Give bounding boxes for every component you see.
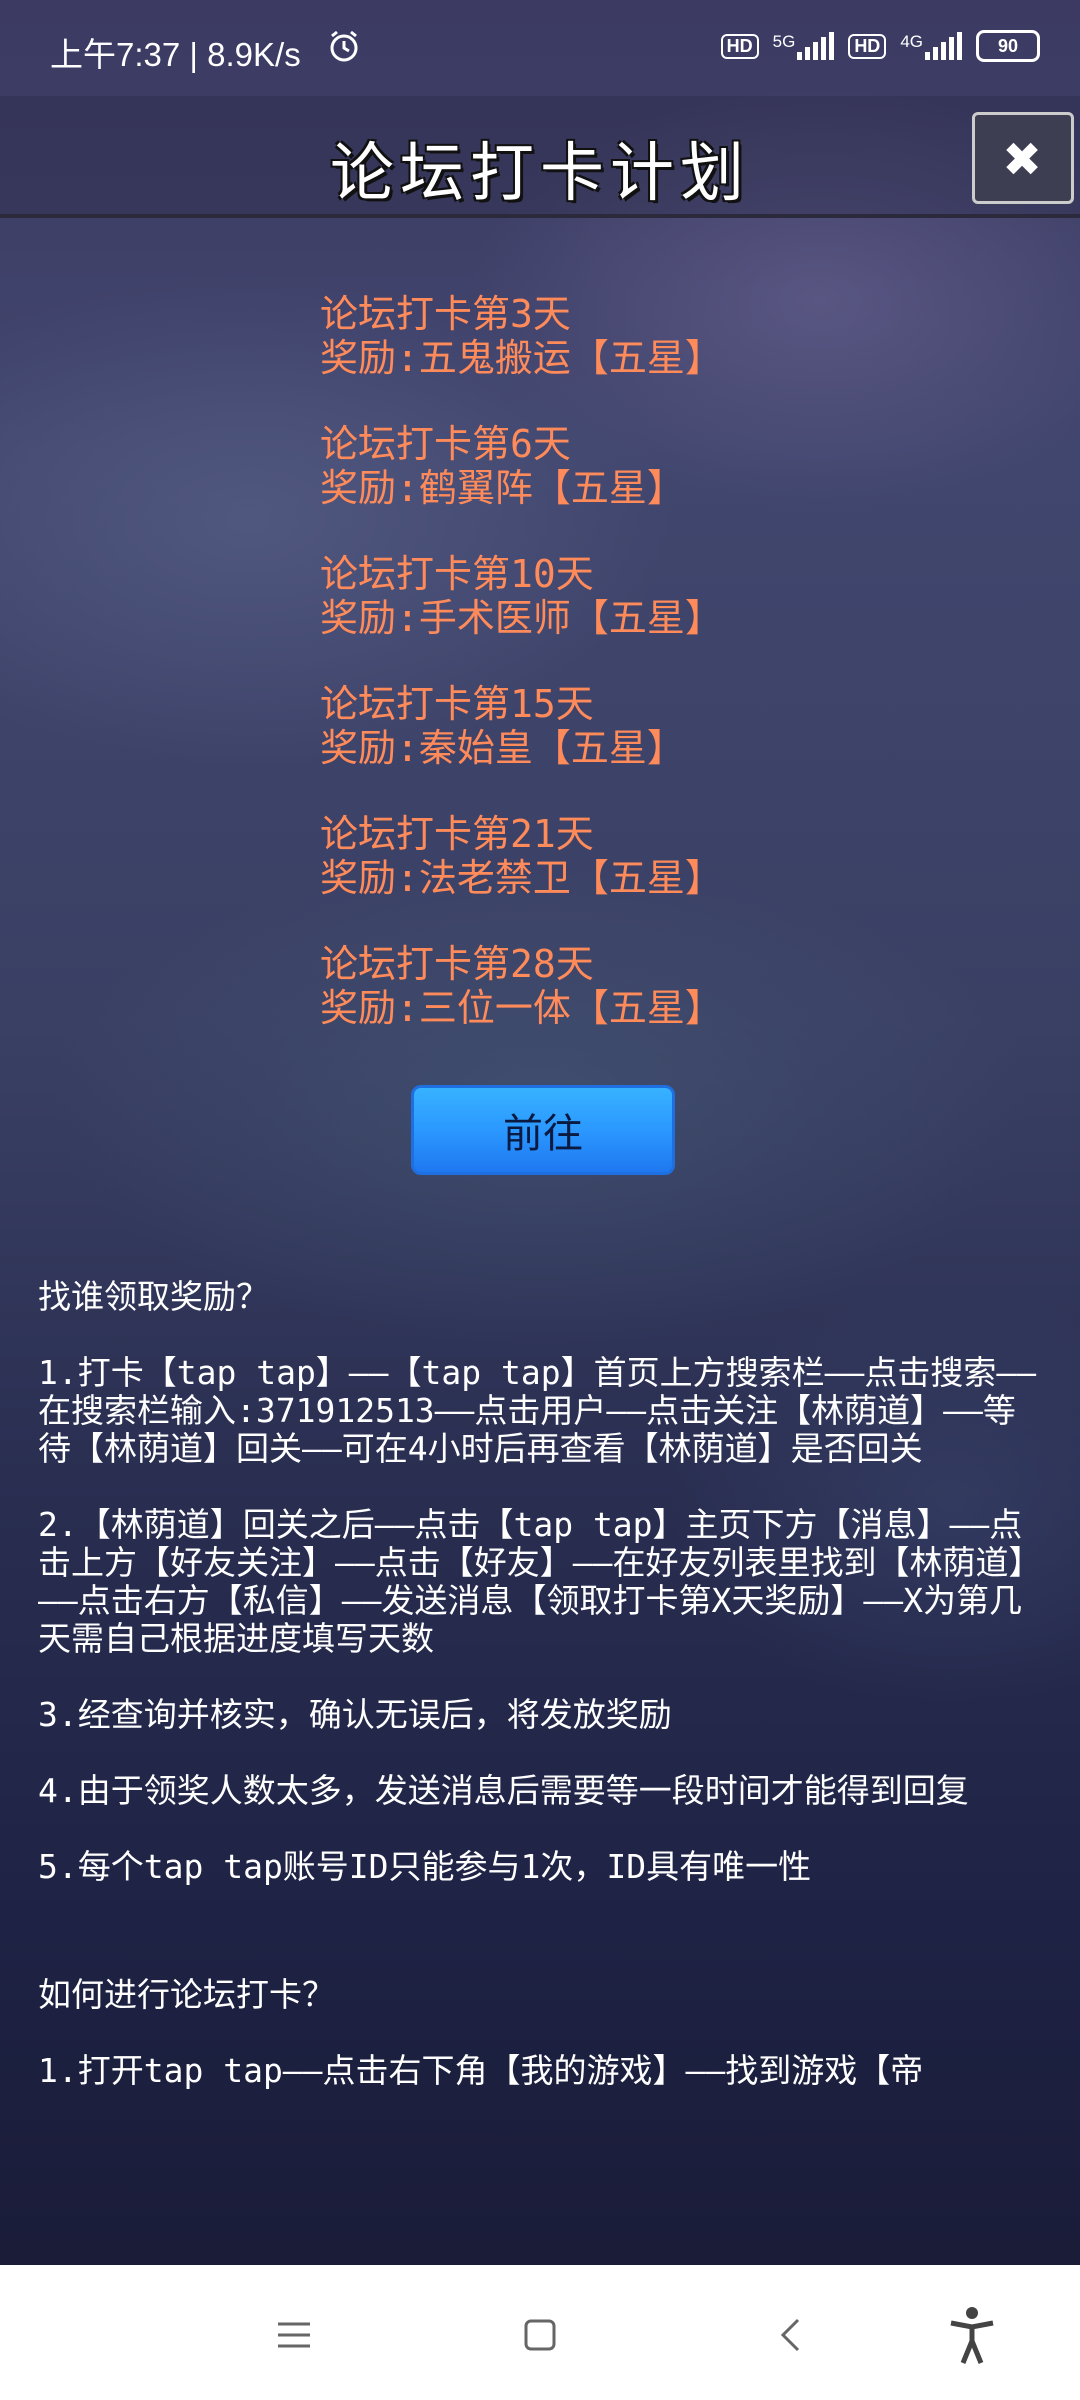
heading-how-to-checkin: 如何进行论坛打卡？ [38, 1975, 335, 2014]
instruction-step: 1.打卡【tap tap】——【tap tap】首页上方搜索栏——点击搜索——在… [38, 1353, 1037, 1468]
signal-5g-icon: 5G [773, 32, 835, 60]
reward-item: 论坛打卡第15天 奖励:秦始皇【五星】 [320, 682, 960, 770]
instruction-step: 2.【林荫道】回关之后——点击【tap tap】主页下方【消息】——点击上方【好… [38, 1505, 1042, 1658]
reward-item: 论坛打卡第3天 奖励:五鬼搬运【五星】 [320, 292, 960, 380]
instruction-step: 4.由于领奖人数太多，发送消息后需要等一段时间才能得到回复 [38, 1771, 969, 1810]
home-icon [524, 2319, 556, 2351]
reward-prize: 奖励:手术医师【五星】 [320, 596, 723, 640]
page-header: 论坛打卡计划 ✖ [0, 96, 1080, 218]
hd-badge: HD [720, 33, 759, 59]
go-button[interactable]: 前往 [411, 1085, 675, 1175]
home-button[interactable] [505, 2300, 575, 2370]
reward-item: 论坛打卡第21天 奖励:法老禁卫【五星】 [320, 812, 960, 900]
reward-day: 论坛打卡第10天 [320, 552, 594, 596]
reward-day: 论坛打卡第3天 [320, 292, 571, 336]
scroll-fade [0, 2225, 1080, 2265]
back-icon [780, 2318, 800, 2352]
alarm-icon [326, 28, 362, 72]
reward-prize: 奖励:五鬼搬运【五星】 [320, 336, 723, 380]
instruction-step: 1.打开tap tap——点击右下角【我的游戏】——找到游戏【帝 [38, 2051, 924, 2090]
reward-item: 论坛打卡第6天 奖励:鹤翼阵【五星】 [320, 422, 960, 510]
reward-prize: 奖励:法老禁卫【五星】 [320, 856, 723, 900]
reward-prize: 奖励:三位一体【五星】 [320, 986, 723, 1030]
back-button[interactable] [755, 2300, 825, 2370]
reward-item: 论坛打卡第28天 奖励:三位一体【五星】 [320, 942, 960, 1030]
battery-icon: 90 [976, 30, 1040, 62]
instruction-step: 5.每个tap tap账号ID只能参与1次，ID具有唯一性 [38, 1847, 812, 1886]
menu-button[interactable] [259, 2300, 329, 2370]
reward-day: 论坛打卡第15天 [320, 682, 594, 726]
reward-day: 论坛打卡第28天 [320, 942, 594, 986]
reward-day: 论坛打卡第21天 [320, 812, 594, 856]
page-title: 论坛打卡计划 [330, 137, 750, 211]
reward-prize: 奖励:秦始皇【五星】 [320, 726, 685, 770]
instruction-step: 3.经查询并核实，确认无误后，将发放奖励 [38, 1695, 672, 1734]
status-icons: HD 5G HD 4G 90 [720, 30, 1040, 62]
reward-item: 论坛打卡第10天 奖励:手术医师【五星】 [320, 552, 960, 640]
system-nav-bar [0, 2265, 1080, 2400]
accessibility-button[interactable] [937, 2300, 1007, 2370]
reward-day: 论坛打卡第6天 [320, 422, 571, 466]
heading-how-to-claim: 找谁领取奖励？ [38, 1277, 269, 1316]
status-bar: 上午7:37 | 8.9K/s HD 5G HD 4G 90 [0, 0, 1080, 96]
reward-list: 论坛打卡第3天 奖励:五鬼搬运【五星】 论坛打卡第6天 奖励:鹤翼阵【五星】 论… [320, 292, 960, 1072]
reward-prize: 奖励:鹤翼阵【五星】 [320, 466, 685, 510]
instructions: 找谁领取奖励？ 1.打卡【tap tap】——【tap tap】首页上方搜索栏—… [38, 1278, 1048, 2128]
close-button[interactable]: ✖ [972, 112, 1074, 204]
accessibility-icon [950, 2307, 994, 2364]
status-time: 上午7:37 | 8.9K/s [50, 36, 301, 73]
close-icon: ✖ [1004, 121, 1042, 195]
menu-icon [278, 2322, 310, 2348]
hd-badge-2: HD [848, 33, 887, 59]
signal-4g-icon: 4G [900, 32, 962, 60]
